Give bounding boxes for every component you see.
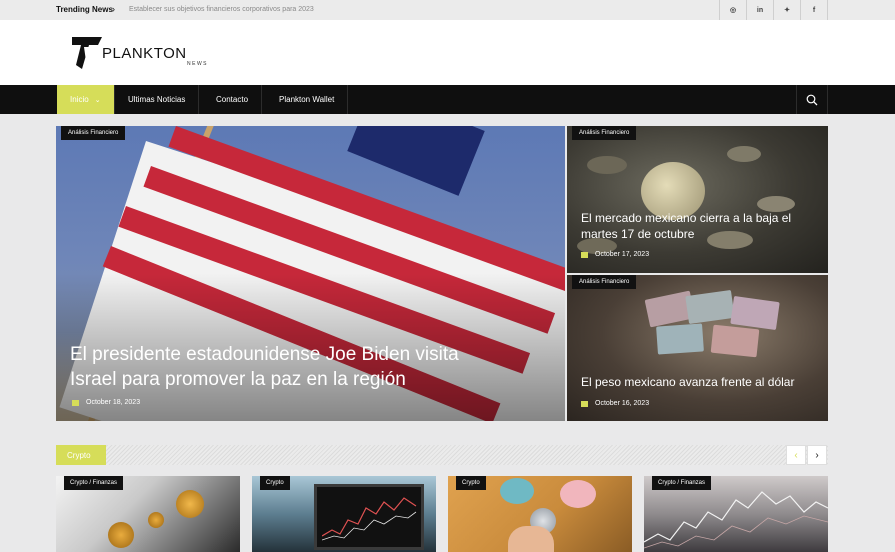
calendar-icon bbox=[581, 400, 588, 407]
article-title[interactable]: El mercado mexicano cierra a la baja el … bbox=[581, 210, 791, 242]
trending-label: Trending News bbox=[56, 5, 113, 14]
twitter-icon[interactable]: ✦ bbox=[773, 0, 800, 20]
category-tag[interactable]: Crypto / Finanzas bbox=[652, 476, 712, 490]
main-nav: Inicio ⌄ Ultimas Noticias Contacto Plank… bbox=[0, 85, 895, 114]
article-title[interactable]: El presidente estadounidense Joe Biden v… bbox=[70, 342, 459, 392]
section-title[interactable]: Crypto bbox=[56, 445, 106, 465]
carousel-next-button[interactable]: › bbox=[807, 445, 827, 465]
brand-name[interactable]: PLANKTON bbox=[102, 45, 187, 62]
brand-sub: NEWS bbox=[187, 61, 208, 67]
section-header-bar bbox=[56, 445, 828, 465]
plankton-logo-icon[interactable] bbox=[72, 35, 102, 69]
search-icon bbox=[806, 94, 818, 105]
bitcoin-image bbox=[148, 512, 164, 528]
article-title-line: Israel para promover la paz en la región bbox=[70, 369, 406, 390]
calendar-icon bbox=[72, 399, 79, 406]
crypto-article-card[interactable]: Crypto / Finanzas bbox=[644, 476, 828, 552]
chevron-down-icon: ⌄ bbox=[94, 96, 101, 104]
category-tag[interactable]: Análisis Financiero bbox=[61, 126, 126, 140]
instagram-icon[interactable]: ◎ bbox=[719, 0, 746, 20]
category-tag[interactable]: Análisis Financiero bbox=[572, 126, 637, 140]
category-tag[interactable]: Crypto bbox=[456, 476, 486, 490]
trending-headline-link[interactable]: Establecer sus objetivos financieros cor… bbox=[129, 6, 314, 13]
nav-item-ultimas-noticias[interactable]: Ultimas Noticias bbox=[115, 85, 200, 114]
search-button[interactable] bbox=[796, 85, 828, 114]
article-title[interactable]: El peso mexicano avanza frente al dólar bbox=[581, 374, 794, 390]
banknote-image bbox=[730, 295, 780, 331]
hand-image bbox=[508, 526, 554, 552]
candlestick-chart-image bbox=[322, 497, 417, 541]
category-tag[interactable]: Análisis Financiero bbox=[572, 275, 637, 289]
nav-item-contacto[interactable]: Contacto bbox=[203, 85, 263, 114]
facebook-icon[interactable]: f bbox=[800, 0, 828, 20]
article-date: October 18, 2023 bbox=[72, 399, 140, 406]
article-title-line: martes 17 de octubre bbox=[581, 227, 695, 241]
piggy-bank-image bbox=[500, 478, 534, 504]
side-article-card[interactable]: Análisis Financiero El mercado mexicano … bbox=[567, 126, 828, 273]
calendar-icon bbox=[581, 251, 588, 258]
top-bar: Trending News › Establecer sus objetivos… bbox=[0, 0, 895, 20]
banknote-image bbox=[710, 324, 760, 358]
nav-item-inicio[interactable]: Inicio ⌄ bbox=[57, 85, 115, 114]
chevron-right-icon: › bbox=[112, 4, 115, 14]
bitcoin-image bbox=[108, 522, 134, 548]
category-tag[interactable]: Crypto / Finanzas bbox=[64, 476, 124, 490]
featured-article-card[interactable]: Análisis Financiero El presidente estado… bbox=[56, 126, 565, 421]
banknote-image bbox=[685, 289, 735, 325]
category-tag[interactable]: Crypto bbox=[260, 476, 290, 490]
bitcoin-image bbox=[176, 490, 204, 518]
article-date: October 17, 2023 bbox=[581, 251, 649, 258]
nav-item-label: Inicio bbox=[70, 95, 89, 104]
date-text: October 16, 2023 bbox=[595, 400, 650, 407]
crypto-article-card[interactable]: Crypto / Finanzas bbox=[56, 476, 240, 552]
linkedin-icon[interactable]: in bbox=[746, 0, 773, 20]
piggy-bank-image bbox=[560, 480, 596, 508]
crypto-article-card[interactable]: Crypto bbox=[252, 476, 436, 552]
crypto-article-card[interactable]: Crypto bbox=[448, 476, 632, 552]
date-text: October 17, 2023 bbox=[595, 251, 650, 258]
nav-item-plankton-wallet[interactable]: Plankton Wallet bbox=[266, 85, 349, 114]
article-title-line: El mercado mexicano cierra a la baja el bbox=[581, 211, 792, 225]
carousel-prev-button[interactable]: ‹ bbox=[786, 445, 806, 465]
side-article-card[interactable]: Análisis Financiero El peso mexicano ava… bbox=[567, 275, 828, 421]
coin-image bbox=[727, 146, 761, 162]
banknote-image bbox=[656, 323, 704, 355]
market-chart-image bbox=[644, 491, 828, 549]
coin-image bbox=[587, 156, 627, 174]
article-title-line: El presidente estadounidense Joe Biden v… bbox=[70, 344, 459, 365]
date-text: October 18, 2023 bbox=[86, 399, 141, 406]
article-date: October 16, 2023 bbox=[581, 400, 649, 407]
